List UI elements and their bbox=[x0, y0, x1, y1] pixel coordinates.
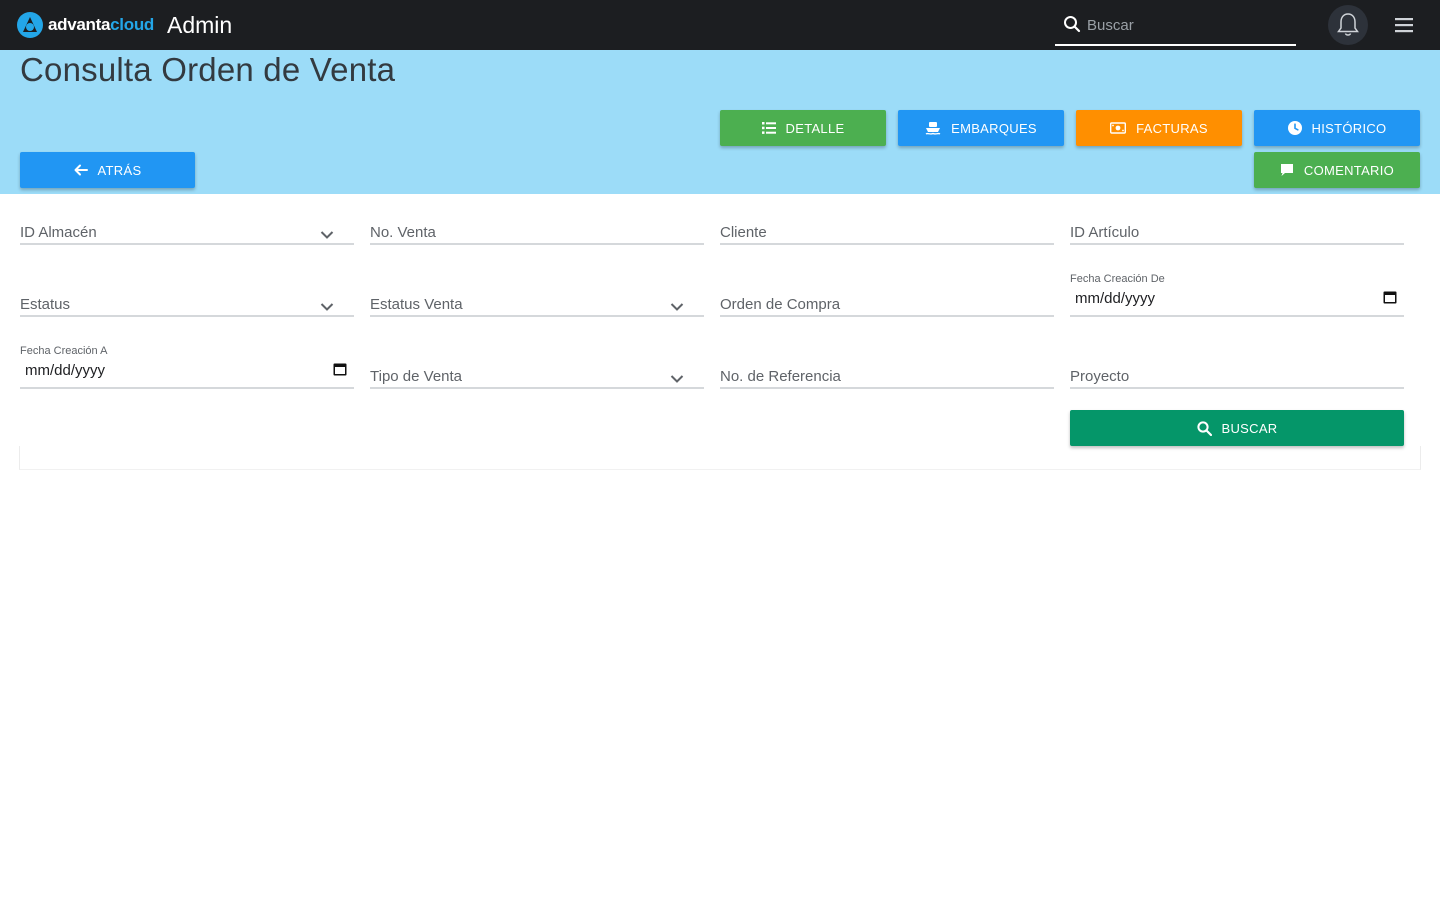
ship-icon bbox=[925, 122, 941, 135]
proyecto-input[interactable]: Proyecto bbox=[1070, 343, 1404, 389]
tipo-venta-label: Tipo de Venta bbox=[370, 368, 463, 385]
page-title: Consulta Orden de Venta bbox=[20, 51, 396, 88]
search-icon bbox=[1064, 16, 1081, 33]
tipo-venta-select[interactable]: Tipo de Venta bbox=[370, 343, 704, 389]
top-navbar: advantacloud Admin bbox=[0, 0, 1440, 50]
id-articulo-label: ID Artículo bbox=[1070, 224, 1140, 241]
chevron-down-icon bbox=[320, 231, 334, 239]
notifications-button[interactable] bbox=[1328, 5, 1368, 45]
fecha-creacion-a-value: mm/dd/yyyy bbox=[25, 362, 106, 379]
facturas-button[interactable]: FACTURAS bbox=[1076, 110, 1242, 146]
results-card-edge bbox=[19, 446, 1421, 470]
no-venta-label: No. Venta bbox=[370, 224, 436, 241]
chevron-down-icon bbox=[670, 303, 684, 311]
orden-compra-label: Orden de Compra bbox=[720, 296, 841, 313]
calendar-icon[interactable] bbox=[333, 362, 347, 376]
brand-wordmark: advantacloud bbox=[48, 15, 154, 35]
embarques-button[interactable]: EMBARQUES bbox=[898, 110, 1064, 146]
bell-icon bbox=[1337, 13, 1359, 36]
chevron-down-icon bbox=[320, 303, 334, 311]
brand-wordmark-part2: cloud bbox=[110, 15, 154, 34]
detalle-label: DETALLE bbox=[785, 120, 845, 136]
app-title: Admin bbox=[167, 12, 233, 38]
cliente-input[interactable]: Cliente bbox=[720, 199, 1054, 245]
calendar-icon[interactable] bbox=[1383, 290, 1397, 304]
estatus-venta-label: Estatus Venta bbox=[370, 296, 463, 313]
main-menu-button[interactable] bbox=[1392, 15, 1416, 35]
comentario-label: COMENTARIO bbox=[1303, 162, 1395, 178]
estatus-select[interactable]: Estatus bbox=[20, 271, 354, 317]
no-venta-input[interactable]: No. Venta bbox=[370, 199, 704, 245]
fecha-creacion-de-input[interactable]: Fecha Creación De mm/dd/yyyy bbox=[1070, 271, 1404, 317]
advantacloud-logo-icon bbox=[17, 12, 43, 38]
cliente-label: Cliente bbox=[720, 224, 767, 241]
fecha-creacion-a-input[interactable]: Fecha Creación A mm/dd/yyyy bbox=[20, 343, 354, 389]
brand-logo[interactable]: advantacloud bbox=[15, 10, 154, 40]
proyecto-label: Proyecto bbox=[1070, 368, 1130, 385]
fecha-creacion-de-label: Fecha Creación De bbox=[1070, 273, 1165, 285]
arrow-left-icon bbox=[74, 164, 88, 176]
comment-icon bbox=[1280, 164, 1293, 176]
chevron-down-icon bbox=[670, 375, 684, 383]
estatus-venta-select[interactable]: Estatus Venta bbox=[370, 271, 704, 317]
atras-label: ATRÁS bbox=[97, 162, 142, 178]
embarques-label: EMBARQUES bbox=[951, 120, 1037, 136]
atras-button[interactable]: ATRÁS bbox=[20, 152, 195, 188]
search-icon bbox=[1196, 420, 1212, 436]
buscar-label: BUSCAR bbox=[1221, 420, 1278, 436]
facturas-label: FACTURAS bbox=[1136, 120, 1208, 136]
no-referencia-input[interactable]: No. de Referencia bbox=[720, 343, 1054, 389]
buscar-button[interactable]: BUSCAR bbox=[1070, 410, 1404, 446]
hamburger-icon bbox=[1395, 18, 1413, 33]
historico-label: HISTÓRICO bbox=[1311, 120, 1387, 136]
historico-button[interactable]: HISTÓRICO bbox=[1254, 110, 1420, 146]
estatus-label: Estatus bbox=[20, 296, 71, 313]
orden-compra-input[interactable]: Orden de Compra bbox=[720, 271, 1054, 317]
list-icon bbox=[761, 122, 776, 134]
global-search bbox=[1055, 5, 1296, 46]
search-input[interactable] bbox=[1087, 13, 1287, 37]
money-bill-icon bbox=[1110, 122, 1127, 134]
brand-wordmark-part1: advanta bbox=[48, 15, 111, 34]
id-articulo-input[interactable]: ID Artículo bbox=[1070, 199, 1404, 245]
id-almacen-select[interactable]: ID Almacén bbox=[20, 199, 354, 245]
clock-icon bbox=[1287, 121, 1302, 135]
fecha-creacion-a-label: Fecha Creación A bbox=[20, 345, 108, 357]
fecha-creacion-de-value: mm/dd/yyyy bbox=[1075, 290, 1156, 307]
no-referencia-label: No. de Referencia bbox=[720, 368, 841, 385]
comentario-button[interactable]: COMENTARIO bbox=[1254, 152, 1420, 188]
id-almacen-label: ID Almacén bbox=[20, 224, 97, 241]
detalle-button[interactable]: DETALLE bbox=[720, 110, 886, 146]
